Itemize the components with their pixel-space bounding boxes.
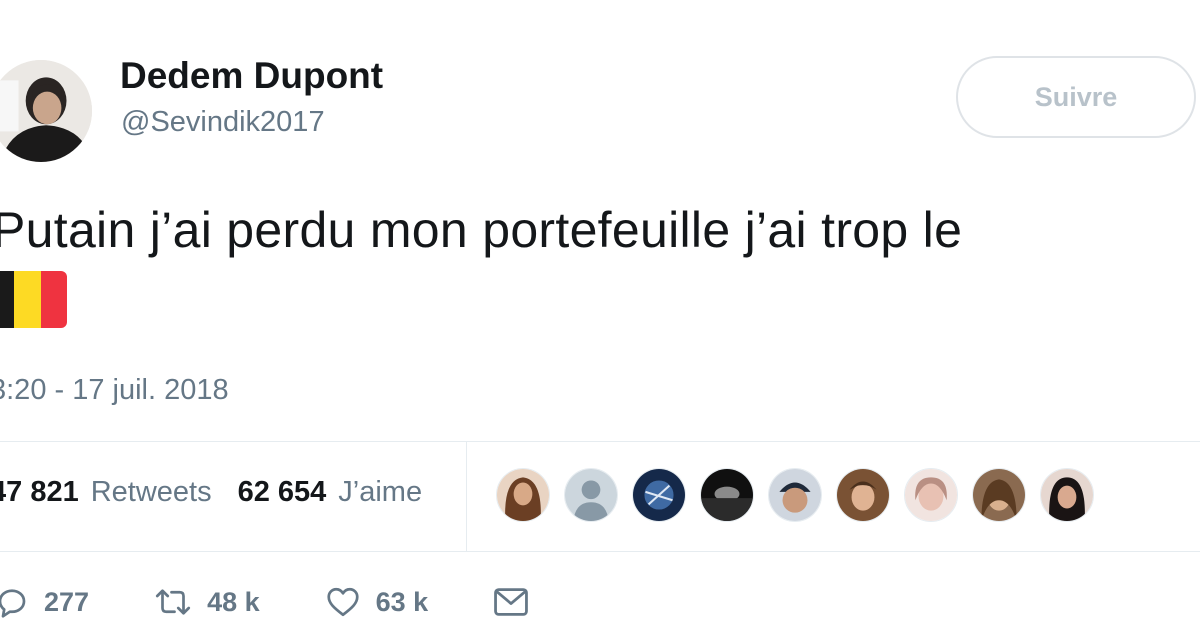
belgium-flag-icon	[0, 271, 67, 328]
tweet-actions: 277 48 k 63 k	[0, 584, 594, 620]
divider-top	[0, 441, 1200, 442]
stats-divider	[466, 441, 467, 551]
reply-button[interactable]: 277	[0, 584, 89, 620]
display-name[interactable]: Dedem Dupont	[120, 55, 383, 97]
flag-stripe-yellow	[14, 271, 41, 328]
liker-avatar-9[interactable]	[1040, 468, 1094, 522]
liker-avatar-5[interactable]	[768, 468, 822, 522]
reply-count: 277	[44, 586, 90, 617]
liker-avatar-6[interactable]	[836, 468, 890, 522]
retweet-button[interactable]: 48 k	[153, 584, 260, 620]
flag-stripe-red	[40, 271, 67, 328]
profile-photo-icon	[0, 60, 92, 162]
heart-icon	[327, 587, 359, 617]
retweet-icon	[155, 589, 191, 615]
tweet-text: Putain j’ai perdu mon portefeuille j’ai …	[0, 202, 963, 258]
liker-avatar-8[interactable]	[972, 468, 1026, 522]
like-count: 63 k	[375, 586, 429, 617]
direct-message-button[interactable]	[492, 585, 530, 619]
retweets-count[interactable]: 47 821	[0, 476, 79, 509]
liker-avatar-4[interactable]	[700, 468, 754, 522]
divider-bottom	[0, 551, 1200, 552]
user-handle[interactable]: @Sevindik2017	[121, 106, 325, 139]
user-avatar[interactable]	[0, 60, 92, 162]
like-button[interactable]: 63 k	[324, 584, 429, 620]
default-avatar-icon[interactable]	[564, 468, 618, 522]
likes-count[interactable]: 62 654	[238, 476, 327, 509]
liker-avatar-1[interactable]	[496, 468, 550, 522]
tweet-stats: 47 821 Retweets 62 654 J’aime	[0, 476, 436, 509]
flag-stripe-black	[0, 271, 15, 328]
retweets-label[interactable]: Retweets	[91, 476, 212, 509]
follow-button[interactable]: Suivre	[956, 56, 1196, 138]
tweet-card: Dedem Dupont @Sevindik2017 Suivre Putain…	[0, 0, 1200, 630]
tweet-timestamp[interactable]: 3:20 - 17 juil. 2018	[0, 374, 229, 407]
envelope-icon	[494, 588, 529, 616]
liker-avatar-7[interactable]	[904, 468, 958, 522]
liker-avatar-3[interactable]	[632, 468, 686, 522]
likes-label[interactable]: J’aime	[338, 476, 422, 509]
reply-icon	[0, 589, 26, 618]
liker-avatars	[496, 468, 1094, 522]
retweet-count: 48 k	[207, 586, 260, 617]
